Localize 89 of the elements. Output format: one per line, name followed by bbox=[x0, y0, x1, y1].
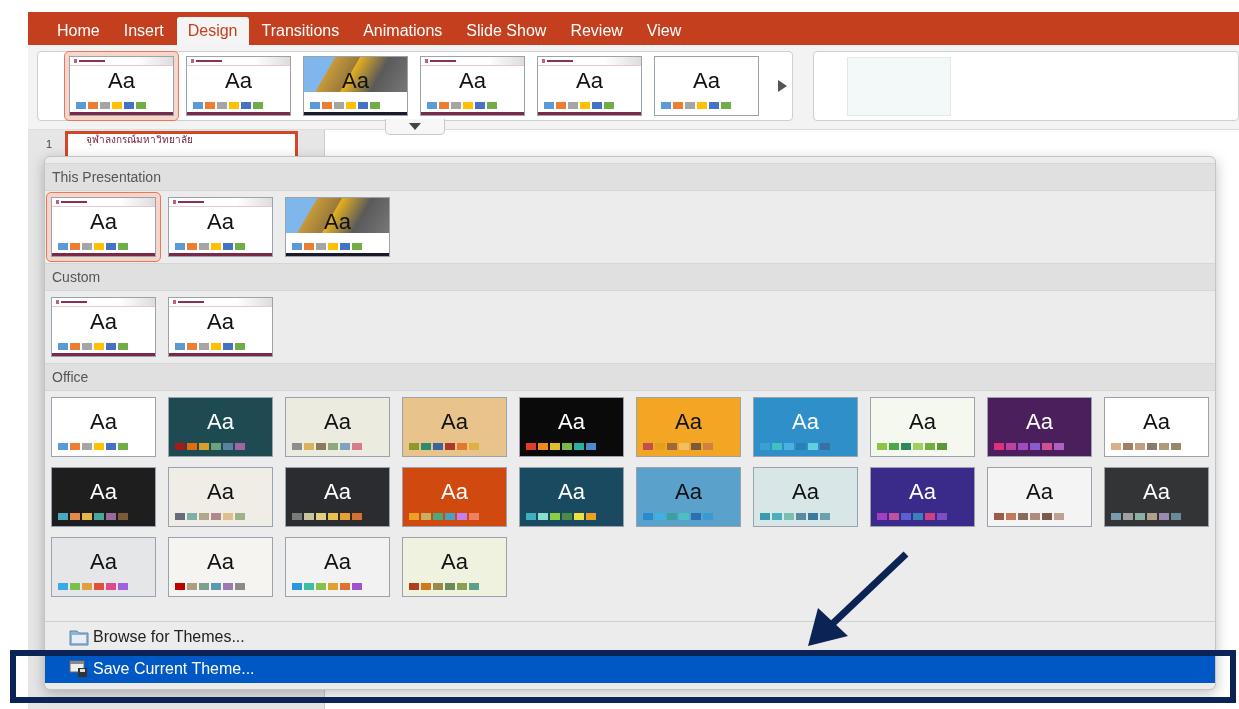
theme-thumbnail[interactable]: Aa bbox=[631, 392, 746, 462]
theme-thumbnail[interactable]: Aa bbox=[46, 462, 161, 532]
theme-sample-text: Aa bbox=[441, 479, 468, 505]
theme-sample-text: Aa bbox=[909, 479, 936, 505]
theme-thumbnail[interactable]: Aa bbox=[64, 51, 179, 121]
ribbon-tab[interactable]: Transitions bbox=[250, 17, 351, 45]
theme-thumbnail[interactable]: Aa bbox=[163, 292, 278, 362]
theme-sample-text: Aa bbox=[558, 409, 585, 435]
theme-thumbnail[interactable]: Aa bbox=[748, 392, 863, 462]
theme-sample-text: Aa bbox=[90, 549, 117, 575]
theme-sample-text: Aa bbox=[207, 309, 234, 335]
theme-sample-text: Aa bbox=[693, 68, 720, 94]
theme-sample-text: Aa bbox=[90, 309, 117, 335]
theme-thumbnail[interactable]: Aa bbox=[280, 192, 395, 262]
theme-sample-text: Aa bbox=[324, 479, 351, 505]
theme-thumbnail[interactable]: Aa bbox=[982, 392, 1097, 462]
theme-sample-text: Aa bbox=[675, 409, 702, 435]
theme-thumbnail[interactable]: Aa bbox=[397, 392, 512, 462]
theme-sample-text: Aa bbox=[225, 68, 252, 94]
menu-item[interactable]: Save Current Theme... bbox=[45, 655, 1215, 683]
theme-sample-text: Aa bbox=[909, 409, 936, 435]
save-theme-icon bbox=[69, 660, 89, 678]
ribbon-tab[interactable]: Review bbox=[559, 17, 634, 45]
ribbon-tab[interactable]: Home bbox=[46, 17, 111, 45]
theme-thumbnail[interactable]: Aa bbox=[181, 51, 296, 121]
theme-sample-text: Aa bbox=[324, 549, 351, 575]
theme-thumbnail[interactable]: Aa bbox=[46, 192, 161, 262]
theme-sample-text: Aa bbox=[207, 209, 234, 235]
theme-sample-text: Aa bbox=[792, 409, 819, 435]
slide-number: 1 bbox=[46, 138, 53, 150]
theme-sample-text: Aa bbox=[441, 409, 468, 435]
theme-thumbnail[interactable]: Aa bbox=[1099, 462, 1214, 532]
theme-sample-text: Aa bbox=[108, 68, 135, 94]
folder-icon bbox=[69, 627, 89, 646]
theme-sample-text: Aa bbox=[207, 479, 234, 505]
theme-thumbnail[interactable]: Aa bbox=[415, 51, 530, 121]
theme-sample-text: Aa bbox=[1143, 479, 1170, 505]
theme-thumbnail[interactable]: Aa bbox=[163, 462, 278, 532]
section-header: This Presentation bbox=[45, 163, 1215, 191]
theme-sample-text: Aa bbox=[675, 479, 702, 505]
ribbon-tab[interactable]: Insert bbox=[112, 17, 175, 45]
theme-sample-text: Aa bbox=[207, 409, 234, 435]
ribbon-tab[interactable]: View bbox=[635, 17, 693, 45]
theme-thumbnail[interactable]: Aa bbox=[298, 51, 413, 121]
theme-sample-text: Aa bbox=[1143, 409, 1170, 435]
theme-thumbnail[interactable]: Aa bbox=[280, 392, 395, 462]
theme-thumbnail[interactable]: Aa bbox=[532, 51, 647, 121]
theme-sample-text: Aa bbox=[459, 68, 486, 94]
ribbon-tab[interactable]: Slide Show bbox=[455, 17, 558, 45]
theme-sample-text: Aa bbox=[324, 209, 351, 235]
theme-thumbnail[interactable]: Aa bbox=[46, 392, 161, 462]
theme-sample-text: Aa bbox=[342, 68, 369, 94]
theme-thumbnail[interactable]: Aa bbox=[865, 462, 980, 532]
theme-thumbnail[interactable]: Aa bbox=[163, 392, 278, 462]
theme-thumbnail[interactable]: Aa bbox=[631, 462, 746, 532]
theme-thumbnail[interactable]: Aa bbox=[748, 462, 863, 532]
theme-sample-text: Aa bbox=[576, 68, 603, 94]
theme-thumbnail[interactable]: Aa bbox=[46, 292, 161, 362]
theme-sample-text: Aa bbox=[90, 409, 117, 435]
theme-thumbnail[interactable]: Aa bbox=[649, 51, 764, 121]
theme-thumbnail[interactable]: Aa bbox=[514, 392, 629, 462]
section-header: Custom bbox=[45, 263, 1215, 291]
slide-title: จุฬาลงกรณ์มหาวิทยาลัย bbox=[86, 134, 194, 146]
theme-thumbnail[interactable]: Aa bbox=[280, 462, 395, 532]
theme-thumbnail[interactable]: Aa bbox=[280, 532, 395, 602]
section-header: Office bbox=[45, 363, 1215, 391]
theme-sample-text: Aa bbox=[90, 209, 117, 235]
theme-sample-text: Aa bbox=[324, 409, 351, 435]
scroll-right-icon[interactable] bbox=[778, 80, 787, 92]
theme-sample-text: Aa bbox=[792, 479, 819, 505]
theme-thumbnail[interactable]: Aa bbox=[982, 462, 1097, 532]
expand-gallery-button[interactable] bbox=[385, 119, 445, 135]
theme-thumbnail[interactable]: Aa bbox=[865, 392, 980, 462]
theme-thumbnail[interactable]: Aa bbox=[514, 462, 629, 532]
theme-thumbnail[interactable]: Aa bbox=[46, 532, 161, 602]
theme-sample-text: Aa bbox=[441, 549, 468, 575]
ribbon-tab[interactable]: Animations bbox=[352, 17, 454, 45]
theme-sample-text: Aa bbox=[558, 479, 585, 505]
theme-thumbnail[interactable]: Aa bbox=[397, 462, 512, 532]
theme-sample-text: Aa bbox=[1026, 409, 1053, 435]
menu-item[interactable]: Browse for Themes... bbox=[45, 626, 1215, 647]
theme-sample-text: Aa bbox=[1026, 479, 1053, 505]
theme-thumbnail[interactable]: Aa bbox=[397, 532, 512, 602]
theme-thumbnail[interactable]: Aa bbox=[163, 192, 278, 262]
theme-sample-text: Aa bbox=[207, 549, 234, 575]
theme-thumbnail[interactable]: Aa bbox=[1099, 392, 1214, 462]
ribbon-tab[interactable]: Design bbox=[176, 17, 249, 45]
theme-thumbnail[interactable]: Aa bbox=[163, 532, 278, 602]
theme-sample-text: Aa bbox=[90, 479, 117, 505]
